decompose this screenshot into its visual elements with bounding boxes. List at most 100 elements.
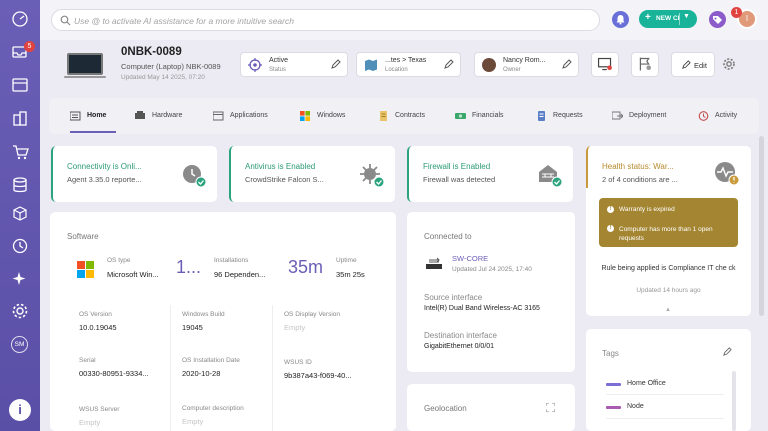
tab-label: Financials xyxy=(472,112,504,119)
gear-icon[interactable] xyxy=(722,57,736,71)
search-box xyxy=(51,9,600,31)
cmdb-icon[interactable] xyxy=(11,76,29,94)
tag-name: Home Office xyxy=(627,380,666,387)
status-label: Status xyxy=(269,67,287,73)
status-card[interactable]: Active Status xyxy=(240,52,348,77)
collapse-chevron-icon[interactable]: ▲ xyxy=(665,307,671,313)
card-title: Antivirus is Enabled xyxy=(245,162,316,171)
edit-pencil-icon xyxy=(682,60,691,69)
tag-item[interactable]: Node xyxy=(606,399,726,415)
tags-scrollbar[interactable] xyxy=(732,371,736,431)
warning-item: Computer has more than 1 open requests xyxy=(619,226,713,242)
owner-card[interactable]: Nancy Rom... Owner xyxy=(474,52,579,77)
notifications-bell-icon[interactable] xyxy=(612,11,629,28)
destination-interface-label: Destination interface xyxy=(424,331,497,340)
warning-box: ! Warranty is expired ! Computer has mor… xyxy=(599,198,738,247)
edit-button[interactable]: Edit xyxy=(671,52,715,77)
target-icon xyxy=(248,58,262,72)
inbox-badge: 5 xyxy=(24,41,35,52)
edit-pencil-icon[interactable] xyxy=(443,59,454,70)
tag-color-bar xyxy=(606,406,621,409)
clock-check-icon xyxy=(183,165,207,188)
dashboard-icon[interactable] xyxy=(11,10,29,28)
field-value: Empty xyxy=(182,417,204,426)
flag-button[interactable] xyxy=(631,52,659,77)
cart-icon[interactable] xyxy=(11,143,29,161)
tag-icon[interactable] xyxy=(709,11,726,28)
boxes-icon[interactable] xyxy=(11,205,29,223)
tab-label: Activity xyxy=(715,112,738,119)
installations-value[interactable]: 96 Dependen... xyxy=(214,270,265,279)
new-ci-button[interactable]: + NEW CI ▼ xyxy=(639,10,697,28)
connected-title: Connected to xyxy=(424,232,472,241)
sparkles-icon[interactable] xyxy=(11,270,29,288)
tab-label: Windows xyxy=(317,112,346,119)
applications-icon xyxy=(213,111,224,121)
warning-icon: ! xyxy=(607,206,614,213)
tag-color-bar xyxy=(606,383,621,386)
divider xyxy=(272,305,273,431)
buildings-icon[interactable] xyxy=(11,110,29,128)
hardware-icon xyxy=(135,111,145,119)
destination-interface-value: GigabitEthernet 0/0/01 xyxy=(424,343,495,350)
chevron-down-icon[interactable]: ▼ xyxy=(683,13,690,20)
connected-to-card: Connected to SW-CORE Updated Jul 24 2025… xyxy=(407,212,575,372)
history-icon[interactable] xyxy=(11,237,29,255)
installations-label: Installations xyxy=(214,257,249,264)
map-icon xyxy=(365,59,377,71)
windows-logo-icon xyxy=(300,111,310,121)
app-logo: i xyxy=(9,399,31,421)
plus-icon: + xyxy=(645,12,651,23)
tab-label: Contracts xyxy=(395,112,425,119)
search-input[interactable] xyxy=(74,12,594,29)
field-value: 9b387a43-f069-40... xyxy=(284,371,352,380)
field-label: OS Version xyxy=(79,311,112,318)
remote-screen-button[interactable] xyxy=(591,52,619,77)
tags-title: Tags xyxy=(602,349,619,358)
tag-item[interactable]: Home Office xyxy=(606,376,726,392)
activity-icon xyxy=(698,111,709,121)
card-subtitle: Firewall was detected xyxy=(423,175,496,184)
sm-avatar[interactable]: SM xyxy=(11,336,28,353)
uptime-big: 35m xyxy=(288,257,324,277)
location-card[interactable]: ...tes > Texas Location xyxy=(356,52,461,77)
main-scrollbar[interactable] xyxy=(759,136,764,431)
tags-card: Tags Home Office Node xyxy=(586,329,751,431)
connectivity-card[interactable]: Connectivity is Onli... Agent 3.35.0 rep… xyxy=(51,146,217,202)
health-detail-panel: ! Warranty is expired ! Computer has mor… xyxy=(586,188,751,316)
home-list-icon xyxy=(70,111,81,121)
tab-bar: Home Hardware Applications Windows Contr… xyxy=(49,98,759,134)
installations-count: 1... xyxy=(176,257,202,277)
laptop-base xyxy=(64,76,106,78)
edit-pencil-icon[interactable] xyxy=(722,347,732,357)
firewall-check-icon xyxy=(539,165,563,188)
scrollbar-thumb[interactable] xyxy=(759,136,764,316)
field-label: Serial xyxy=(79,357,96,364)
switch-icon xyxy=(426,257,442,269)
tab-label: Applications xyxy=(230,112,268,119)
field-value: 19045 xyxy=(182,323,203,332)
field-label: OS Installation Date xyxy=(182,357,240,364)
divider xyxy=(606,418,724,419)
windows-logo-icon xyxy=(77,261,94,278)
firewall-card[interactable]: Firewall is Enabled Firewall was detecte… xyxy=(407,146,573,202)
money-icon xyxy=(455,113,466,119)
edit-pencil-icon[interactable] xyxy=(561,59,572,70)
deployment-icon xyxy=(612,111,623,120)
connected-device-link[interactable]: SW-CORE xyxy=(452,254,488,263)
antivirus-card[interactable]: Antivirus is Enabled CrowdStrike Falcon … xyxy=(229,146,395,202)
geolocation-card: Geolocation xyxy=(407,384,575,431)
field-label: Computer description xyxy=(182,405,244,412)
field-label: Windows Build xyxy=(182,311,225,318)
settings-icon[interactable] xyxy=(11,302,29,320)
notification-badge: 1 xyxy=(731,7,742,18)
warning-icon: ! xyxy=(607,225,614,232)
edit-label: Edit xyxy=(694,61,707,70)
owner-label: Owner xyxy=(503,67,521,73)
edit-pencil-icon[interactable] xyxy=(330,59,341,70)
field-label: OS Display Version xyxy=(284,311,340,318)
field-label: WSUS ID xyxy=(284,359,312,366)
database-icon[interactable] xyxy=(11,176,29,194)
divider xyxy=(679,13,680,25)
expand-icon[interactable] xyxy=(546,403,555,412)
